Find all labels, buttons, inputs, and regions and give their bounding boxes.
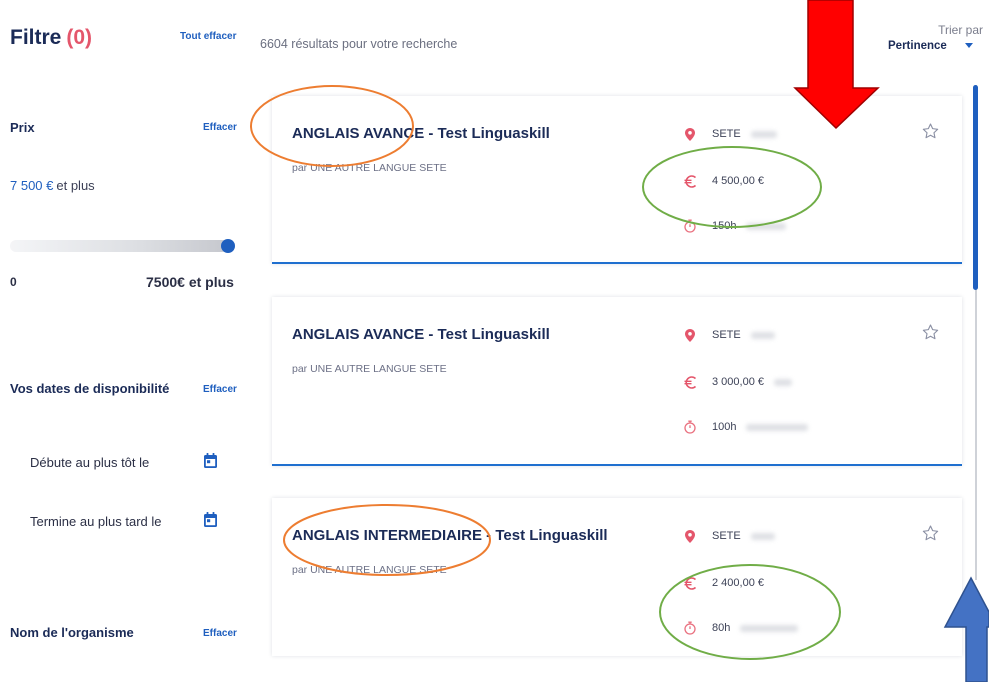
euro-icon <box>682 575 698 591</box>
result-location-text: SETE <box>712 328 741 341</box>
end-date-picker-button[interactable] <box>203 512 217 532</box>
organism-clear-link[interactable]: Effacer <box>203 629 237 639</box>
result-card[interactable]: ANGLAIS AVANCE - Test Linguaskill par UN… <box>272 297 962 466</box>
price-amount: 7 500 € <box>10 178 54 193</box>
euro-icon <box>682 173 698 189</box>
organism-heading: Nom de l'organisme <box>10 625 134 640</box>
star-icon <box>922 323 939 345</box>
euro-icon <box>682 374 698 390</box>
result-card[interactable]: ANGLAIS AVANCE - Test Linguaskill par UN… <box>272 96 962 264</box>
filter-title-label: Filtre <box>10 26 62 49</box>
scrollbar-thumb[interactable] <box>973 85 978 290</box>
sort-dropdown[interactable]: Trier par Pertinence <box>880 20 989 60</box>
filter-count: (0) <box>66 26 93 49</box>
favorite-button[interactable] <box>922 524 939 546</box>
result-title[interactable]: ANGLAIS AVANCE - Test Linguaskill <box>292 126 550 141</box>
result-price-text: 3 000,00 € <box>712 375 764 388</box>
result-location: SETE <box>682 126 777 142</box>
price-range-max-label: 7500€ et plus <box>146 274 234 290</box>
redacted-text <box>750 532 775 540</box>
result-location: SETE <box>682 327 775 343</box>
result-provider: par UNE AUTRE LANGUE SETE <box>292 363 447 375</box>
price-slider-track[interactable] <box>10 240 228 252</box>
map-pin-icon <box>682 126 698 142</box>
sort-selected-value: Pertinence <box>888 40 947 52</box>
start-date-label: Débute au plus tôt le <box>30 455 150 470</box>
result-price: 3 000,00 € <box>682 374 792 390</box>
redacted-text <box>746 222 787 230</box>
redacted-text <box>750 130 777 138</box>
redacted-text <box>750 331 775 339</box>
redacted-text <box>746 423 809 431</box>
result-price-text: 2 400,00 € <box>712 576 764 589</box>
stopwatch-icon <box>682 620 698 636</box>
map-pin-icon <box>682 327 698 343</box>
end-date-label: Termine au plus tard le <box>30 514 162 529</box>
availability-heading: Vos dates de disponibilité <box>10 381 170 396</box>
result-provider: par UNE AUTRE LANGUE SETE <box>292 564 447 576</box>
price-heading: Prix <box>10 120 35 135</box>
star-icon <box>922 122 939 144</box>
filter-title: Filtre (0) <box>10 27 92 48</box>
result-card[interactable]: ANGLAIS INTERMEDIAIRE - Test Linguaskill… <box>272 498 962 656</box>
redacted-text <box>774 378 792 386</box>
start-date-picker-button[interactable] <box>203 453 217 473</box>
result-location-text: SETE <box>712 529 741 542</box>
result-duration: 150h <box>682 218 787 234</box>
stopwatch-icon <box>682 218 698 234</box>
map-pin-icon <box>682 528 698 544</box>
result-price-text: 4 500,00 € <box>712 174 764 187</box>
price-clear-link[interactable]: Effacer <box>203 123 237 133</box>
favorite-button[interactable] <box>922 122 939 144</box>
star-icon <box>922 524 939 546</box>
search-results-page: Filtre (0) Tout effacer Prix Effacer 7 50… <box>0 0 989 682</box>
filter-sidebar: Filtre (0) Tout effacer Prix Effacer 7 50… <box>0 0 245 682</box>
sort-label: Trier par <box>938 23 983 37</box>
price-slider-thumb[interactable] <box>221 239 235 253</box>
favorite-button[interactable] <box>922 323 939 345</box>
results-scrollbar[interactable] <box>973 85 979 580</box>
result-location-text: SETE <box>712 127 741 140</box>
result-duration: 100h <box>682 419 809 435</box>
price-range-min-label: 0 <box>10 275 17 289</box>
redacted-text <box>740 624 799 632</box>
price-suffix: et plus <box>56 178 95 193</box>
clear-all-filters-link[interactable]: Tout effacer <box>180 32 237 42</box>
result-location: SETE <box>682 528 775 544</box>
result-duration-text: 80h <box>712 621 731 634</box>
result-duration-text: 100h <box>712 420 737 433</box>
result-duration: 80h <box>682 620 799 636</box>
price-current-value: 7 500 € et plus <box>10 179 95 192</box>
result-provider: par UNE AUTRE LANGUE SETE <box>292 162 447 174</box>
calendar-icon <box>203 453 217 473</box>
result-price: 4 500,00 € <box>682 173 764 189</box>
result-price: 2 400,00 € <box>682 575 764 591</box>
result-duration-text: 150h <box>712 219 737 232</box>
results-count-text: 6604 résultats pour votre recherche <box>260 37 458 51</box>
caret-down-icon <box>965 43 973 48</box>
stopwatch-icon <box>682 419 698 435</box>
result-title[interactable]: ANGLAIS AVANCE - Test Linguaskill <box>292 327 550 342</box>
result-title[interactable]: ANGLAIS INTERMEDIAIRE - Test Linguaskill <box>292 528 608 543</box>
availability-clear-link[interactable]: Effacer <box>203 385 237 395</box>
calendar-icon <box>203 512 217 532</box>
